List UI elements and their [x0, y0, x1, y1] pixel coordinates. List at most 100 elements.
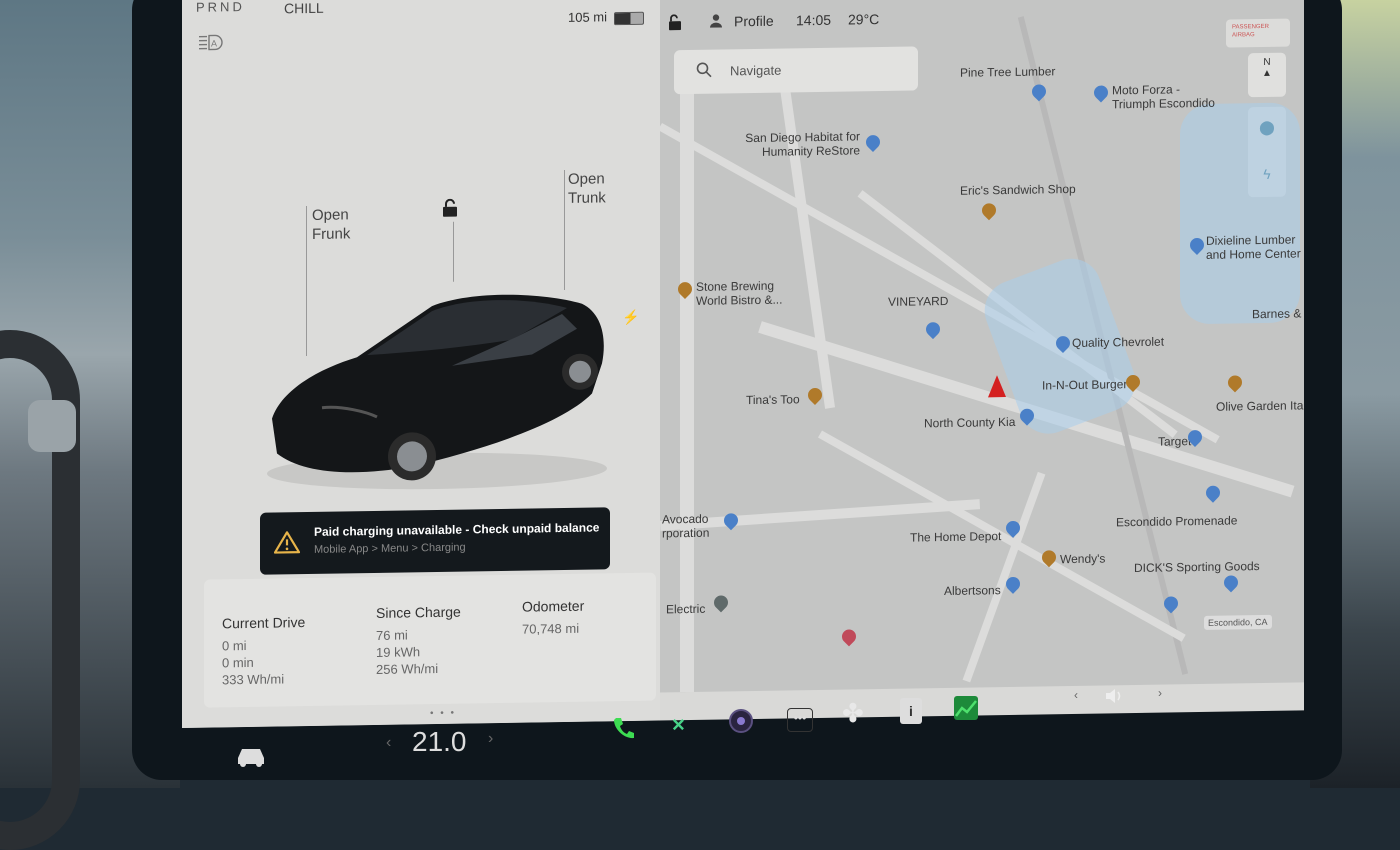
map-view[interactable]: Profile 14:05 29°C Navigate PASSENGER AI… — [660, 0, 1304, 692]
screen-glare — [1180, 102, 1300, 324]
shop-pin-icon[interactable] — [1029, 82, 1049, 102]
odometer-section: Odometer 70,748 mi — [522, 598, 584, 638]
temp-increase-button[interactable]: › — [488, 730, 493, 748]
camera-icon[interactable] — [728, 708, 754, 739]
range-readout: 105 mi — [568, 9, 607, 25]
volume-down-button[interactable]: ‹ — [1074, 688, 1078, 702]
poi-label[interactable]: Escondido Promenade — [1116, 513, 1237, 529]
touchscreen: PRND CHILL A 105 mi Open Frunk Open Trun… — [182, 0, 1304, 728]
current-drive-distance: 0 mi — [222, 636, 305, 654]
poi-label[interactable]: DICK'S Sporting Goods — [1134, 559, 1260, 575]
poi-label[interactable]: North County Kia — [924, 415, 1015, 430]
shop-pin-icon[interactable] — [1221, 573, 1241, 593]
shop-pin-icon[interactable] — [863, 132, 883, 152]
profile-button[interactable]: Profile — [734, 13, 774, 30]
lock-status-icon[interactable] — [668, 14, 682, 33]
car-icon[interactable] — [234, 744, 268, 773]
stalk — [28, 400, 76, 452]
poi-label[interactable]: Olive Garden Ital — [1216, 398, 1304, 413]
vehicle-position-icon — [988, 375, 1006, 397]
charge-port-icon[interactable]: ⚡ — [622, 309, 639, 326]
passenger-airbag-indicator: PASSENGER AIRBAG — [1226, 19, 1290, 48]
since-charge-section: Since Charge 76 mi 19 kWh 256 Wh/mi — [376, 604, 461, 678]
poi-label[interactable]: The Home Depot — [910, 529, 1001, 544]
vehicle-model-image — [262, 283, 612, 498]
shop-pin-icon[interactable] — [1203, 483, 1223, 503]
battery-icon — [614, 12, 644, 25]
shop-pin-icon[interactable] — [1091, 83, 1111, 103]
alert-title: Paid charging unavailable - Check unpaid… — [314, 520, 599, 538]
open-trunk-label-1: Open — [568, 169, 606, 189]
drive-mode: CHILL — [284, 0, 324, 16]
current-drive-section: Current Drive 0 mi 0 min 333 Wh/mi — [222, 614, 305, 688]
odometer-value: 70,748 mi — [522, 620, 584, 638]
current-drive-efficiency: 333 Wh/mi — [222, 670, 305, 688]
poi-label[interactable]: Electric — [666, 602, 705, 617]
poi-label[interactable]: Avocado rporation — [662, 511, 726, 540]
compass-label: N — [1248, 57, 1286, 69]
trip-card: Current Drive 0 mi 0 min 333 Wh/mi Since… — [204, 573, 656, 708]
auto-headlight-icon[interactable]: A — [198, 33, 228, 51]
map-area-label: Escondido, CA — [1204, 615, 1272, 630]
north-arrow-icon: ▲ — [1248, 68, 1286, 80]
info-icon[interactable]: i — [900, 698, 922, 724]
open-frunk-button[interactable]: Open Frunk — [312, 205, 350, 244]
restaurant-pin-icon[interactable] — [1225, 373, 1245, 393]
poi-label[interactable]: Tina's Too — [746, 392, 800, 407]
road — [775, 52, 835, 409]
unlock-icon[interactable] — [442, 199, 458, 222]
district-label: VINEYARD — [888, 294, 948, 309]
poi-label[interactable]: Wendy's — [1060, 551, 1105, 566]
current-drive-title: Current Drive — [222, 614, 305, 631]
bottom-dock — [180, 690, 1320, 788]
odometer-title: Odometer — [522, 598, 584, 615]
phone-icon[interactable] — [612, 716, 634, 745]
outside-temperature: 29°C — [848, 11, 879, 27]
search-placeholder: Navigate — [730, 63, 781, 79]
cabin-temperature: 21.0 — [412, 726, 467, 758]
open-trunk-button[interactable]: Open Trunk — [568, 169, 606, 208]
current-drive-duration: 0 min — [222, 653, 305, 671]
poi-label[interactable]: Stone Brewing World Bistro &... — [696, 278, 796, 308]
door-callout-line — [453, 222, 454, 282]
restaurant-pin-icon[interactable] — [979, 200, 999, 220]
since-charge-distance: 76 mi — [376, 626, 461, 644]
open-trunk-label-2: Trunk — [568, 188, 606, 208]
charging-alert[interactable]: Paid charging unavailable - Check unpaid… — [260, 507, 610, 574]
open-frunk-label-1: Open — [312, 205, 350, 225]
since-charge-energy: 19 kWh — [376, 643, 461, 661]
navigate-search[interactable]: Navigate — [674, 46, 918, 94]
road — [680, 72, 694, 692]
fan-icon[interactable]: ✤ — [842, 698, 864, 729]
airbag-label-2: AIRBAG — [1232, 31, 1284, 40]
poi-label[interactable]: San Diego Habitat for Humanity ReStore — [740, 129, 860, 159]
volume-up-button[interactable]: › — [1158, 686, 1162, 700]
more-icon[interactable]: ••• — [787, 708, 813, 732]
poi-label[interactable]: Dixieline Lumber and Home Center — [1206, 232, 1304, 262]
profile-icon[interactable] — [710, 14, 722, 31]
compass-button[interactable]: N ▲ — [1248, 53, 1286, 98]
alert-subtitle: Mobile App > Menu > Charging — [314, 542, 466, 556]
poi-label[interactable]: Target — [1158, 434, 1191, 449]
hotel-pin-icon[interactable] — [839, 627, 859, 647]
open-frunk-label-2: Frunk — [312, 224, 350, 244]
poi-label[interactable]: In-N-Out Burger — [1042, 377, 1127, 392]
poi-label[interactable]: Barnes & — [1252, 306, 1301, 321]
volume-icon[interactable] — [1104, 686, 1126, 711]
since-charge-efficiency: 256 Wh/mi — [376, 660, 461, 678]
gear-selector: PRND — [196, 0, 245, 15]
poi-label[interactable]: Pine Tree Lumber — [960, 64, 1055, 79]
poi-label[interactable]: Eric's Sandwich Shop — [960, 182, 1076, 198]
search-icon — [696, 62, 712, 83]
temp-decrease-button[interactable]: ‹ — [386, 734, 391, 752]
shuffle-icon[interactable]: × — [672, 712, 685, 738]
clock: 14:05 — [796, 12, 831, 29]
since-charge-title: Since Charge — [376, 604, 461, 621]
vehicle-panel: PRND CHILL A 105 mi Open Frunk Open Trun… — [182, 0, 660, 728]
place-pin-icon[interactable] — [711, 593, 731, 613]
poi-label[interactable]: Moto Forza - Triumph Escondido — [1112, 82, 1222, 112]
stocks-icon[interactable] — [954, 696, 978, 725]
shop-pin-icon[interactable] — [923, 319, 943, 339]
poi-label[interactable]: Quality Chevrolet — [1072, 335, 1164, 350]
poi-label[interactable]: Albertsons — [944, 583, 1001, 598]
